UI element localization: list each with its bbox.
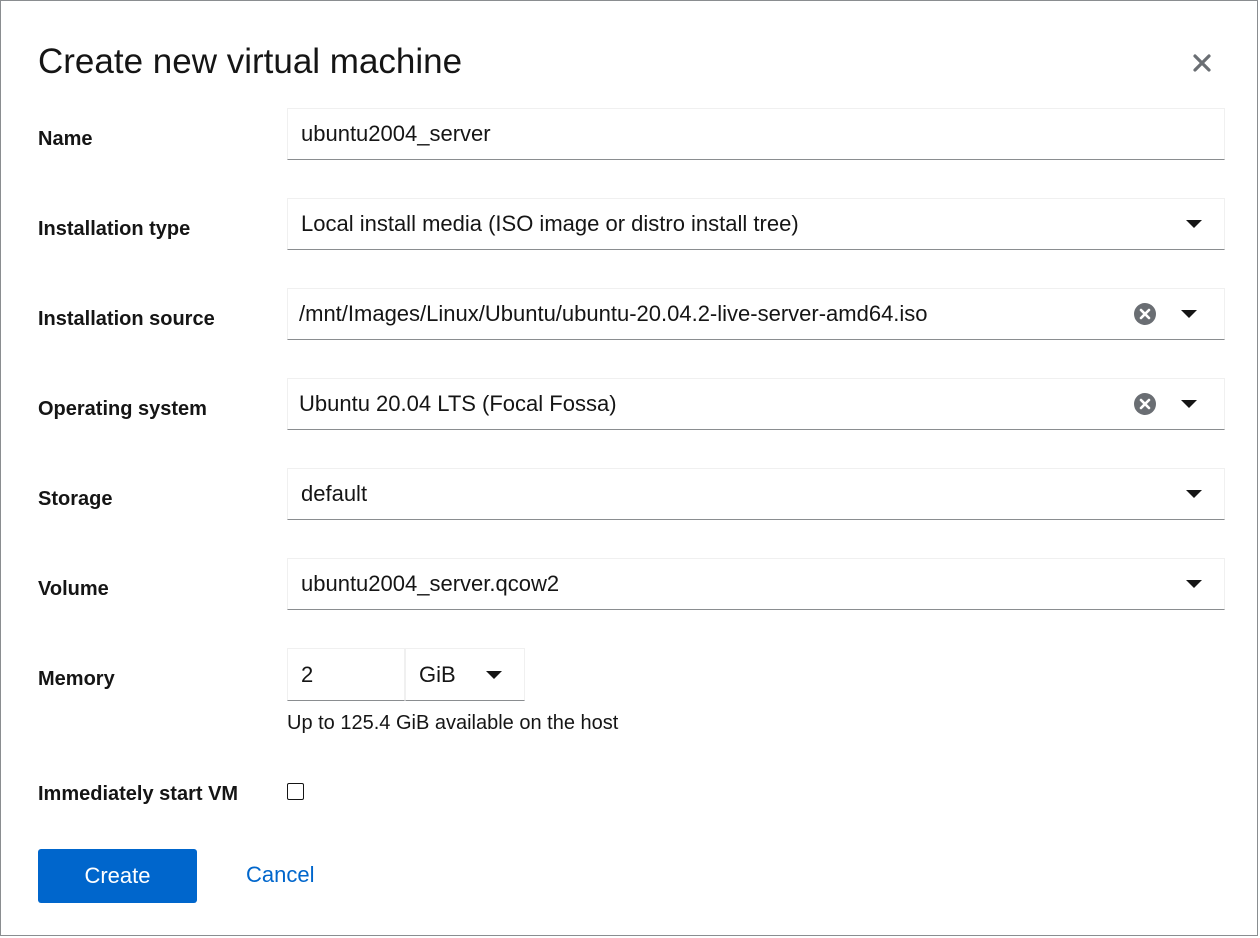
storage-label: Storage <box>38 488 113 510</box>
memory-unit-select[interactable]: GiB <box>405 648 525 701</box>
caret-down-icon[interactable] <box>1181 310 1197 318</box>
installation-type-select[interactable]: Local install media (ISO image or distro… <box>287 198 1225 250</box>
operating-system-label: Operating system <box>38 398 207 420</box>
storage-select[interactable]: default <box>287 468 1225 520</box>
memory-input[interactable]: 2 <box>287 648 405 701</box>
create-button[interactable]: Create <box>38 849 197 903</box>
installation-source-label: Installation source <box>38 308 215 330</box>
installation-type-value: Local install media (ISO image or distro… <box>301 211 799 236</box>
dialog-title: Create new virtual machine <box>38 42 463 81</box>
memory-value: 2 <box>301 661 314 687</box>
caret-down-icon <box>1186 490 1202 498</box>
cancel-button[interactable]: Cancel <box>246 862 314 888</box>
operating-system-select[interactable]: Ubuntu 20.04 LTS (Focal Fossa) <box>287 378 1225 430</box>
volume-label: Volume <box>38 578 109 600</box>
volume-value: ubuntu2004_server.qcow2 <box>301 571 560 596</box>
installation-type-label: Installation type <box>38 218 191 240</box>
installation-source-value: /mnt/Images/Linux/Ubuntu/ubuntu-20.04.2-… <box>299 301 928 326</box>
caret-down-icon[interactable] <box>1181 400 1197 408</box>
memory-helper-text: Up to 125.4 GiB available on the host <box>287 712 619 734</box>
start-vm-label: Immediately start VM <box>38 783 239 805</box>
operating-system-value: Ubuntu 20.04 LTS (Focal Fossa) <box>299 391 617 416</box>
installation-source-select[interactable]: /mnt/Images/Linux/Ubuntu/ubuntu-20.04.2-… <box>287 288 1225 340</box>
name-input-value: ubuntu2004_server <box>301 121 491 146</box>
storage-value: default <box>301 481 368 506</box>
name-input[interactable]: ubuntu2004_server <box>287 108 1225 160</box>
caret-down-icon <box>1186 580 1202 588</box>
caret-down-icon <box>486 670 502 679</box>
clear-circle-icon[interactable] <box>1133 392 1157 416</box>
start-vm-checkbox[interactable] <box>287 783 304 800</box>
close-icon <box>1193 54 1211 72</box>
close-button[interactable] <box>1187 48 1217 78</box>
name-label: Name <box>38 128 93 150</box>
create-vm-dialog: Create new virtual machine Name ubuntu20… <box>0 0 1258 936</box>
volume-select[interactable]: ubuntu2004_server.qcow2 <box>287 558 1225 610</box>
clear-circle-icon[interactable] <box>1133 302 1157 326</box>
memory-unit-value: GiB <box>419 661 456 687</box>
caret-down-icon <box>1186 220 1202 228</box>
memory-label: Memory <box>38 668 115 690</box>
